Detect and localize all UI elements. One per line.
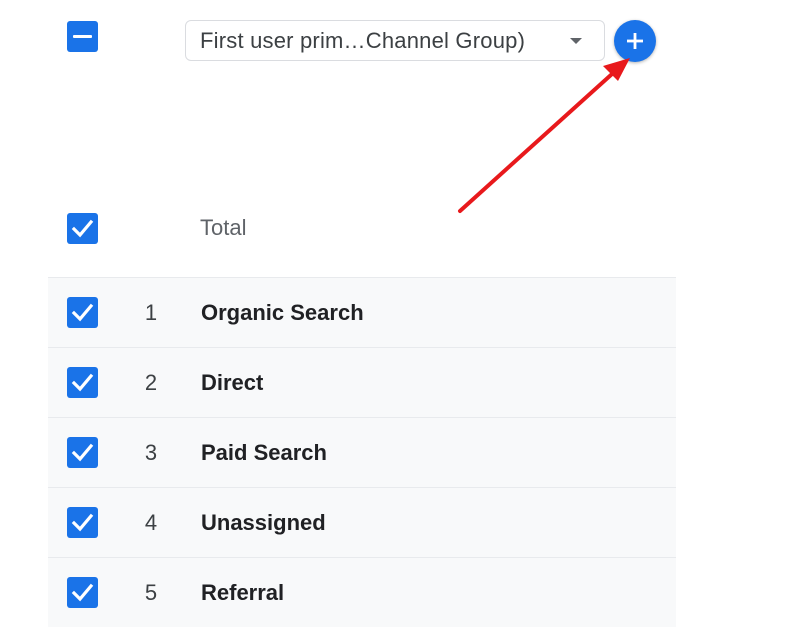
row-index: 1: [144, 300, 158, 325]
plus-icon: [627, 33, 643, 49]
check-icon: [71, 583, 94, 602]
row-label: Organic Search: [201, 300, 364, 325]
row-checkbox[interactable]: [67, 577, 98, 608]
check-icon: [71, 513, 94, 532]
row-checkbox[interactable]: [67, 507, 98, 538]
table-row: 3 Paid Search: [48, 417, 676, 487]
table-row: 4 Unassigned: [48, 487, 676, 557]
arrow-drop-down-icon: [570, 38, 582, 44]
row-checkbox[interactable]: [67, 367, 98, 398]
check-icon: [71, 443, 94, 462]
row-index: 3: [144, 440, 158, 465]
total-row: Total: [48, 198, 676, 276]
check-icon: [71, 219, 94, 238]
add-dimension-button[interactable]: [614, 20, 656, 62]
row-index: 4: [144, 510, 158, 535]
total-checkbox[interactable]: [67, 213, 98, 244]
row-checkbox[interactable]: [67, 297, 98, 328]
check-icon: [71, 303, 94, 322]
row-index: 2: [144, 370, 158, 395]
table-row: 2 Direct: [48, 347, 676, 417]
table-row: 1 Organic Search: [48, 277, 676, 347]
table-row: 5 Referral: [48, 557, 676, 627]
select-all-checkbox[interactable]: [67, 21, 98, 52]
row-label: Paid Search: [201, 440, 327, 465]
row-index: 5: [144, 580, 158, 605]
row-label: Direct: [201, 370, 264, 395]
indeterminate-dash-icon: [73, 35, 92, 38]
dimension-select[interactable]: First user prim…Channel Group): [185, 20, 605, 61]
row-label: Referral: [201, 580, 285, 605]
dimension-select-value: First user prim…Channel Group): [200, 27, 526, 53]
total-label: Total: [200, 215, 247, 240]
check-icon: [71, 373, 94, 392]
row-checkbox[interactable]: [67, 437, 98, 468]
row-label: Unassigned: [201, 510, 326, 535]
